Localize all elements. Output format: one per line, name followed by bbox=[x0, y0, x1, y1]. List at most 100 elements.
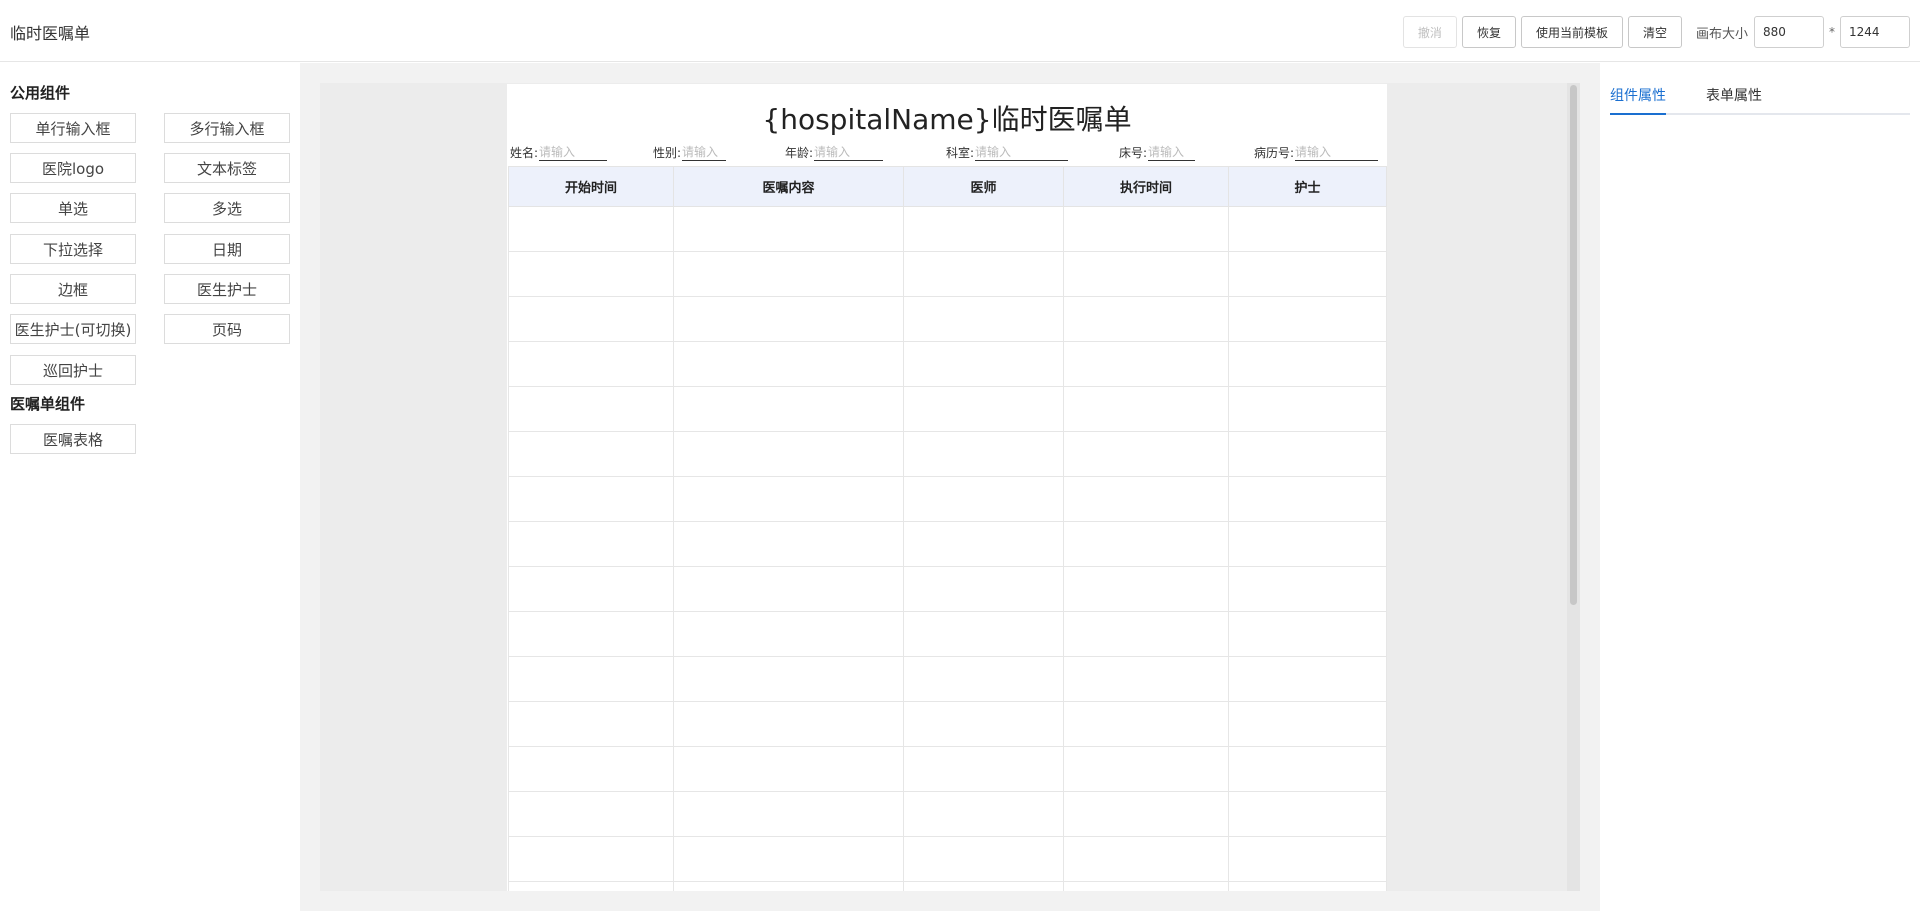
field-input[interactable]: 请输入 bbox=[1295, 143, 1379, 161]
component-radio[interactable]: 单选 bbox=[10, 193, 136, 223]
table-cell[interactable] bbox=[903, 386, 1064, 432]
table-cell[interactable] bbox=[903, 656, 1064, 702]
field-medical-record-number[interactable]: 病历号: 请输入 bbox=[1254, 143, 1379, 161]
table-cell[interactable] bbox=[1228, 521, 1387, 567]
field-input[interactable]: 请输入 bbox=[682, 143, 727, 161]
component-multi-line-input[interactable]: 多行输入框 bbox=[164, 113, 290, 143]
field-department[interactable]: 科室: 请输入 bbox=[946, 143, 1069, 161]
table-cell[interactable] bbox=[508, 296, 674, 342]
table-cell[interactable] bbox=[673, 746, 904, 792]
table-cell[interactable] bbox=[1228, 611, 1387, 657]
table-cell[interactable] bbox=[903, 791, 1064, 837]
field-input[interactable]: 请输入 bbox=[975, 143, 1069, 161]
table-cell[interactable] bbox=[1228, 566, 1387, 612]
table-cell[interactable] bbox=[673, 206, 904, 252]
field-input[interactable]: 请输入 bbox=[1148, 143, 1196, 161]
table-cell[interactable] bbox=[673, 791, 904, 837]
table-cell[interactable] bbox=[673, 476, 904, 522]
table-cell[interactable] bbox=[1063, 296, 1229, 342]
table-cell[interactable] bbox=[673, 881, 904, 891]
table-cell[interactable] bbox=[903, 701, 1064, 747]
table-cell[interactable] bbox=[1063, 701, 1229, 747]
table-cell[interactable] bbox=[903, 881, 1064, 891]
table-cell[interactable] bbox=[1228, 251, 1387, 297]
canvas-scrollbar-thumb[interactable] bbox=[1570, 85, 1577, 605]
canvas-width-input[interactable] bbox=[1754, 16, 1824, 48]
table-cell[interactable] bbox=[673, 656, 904, 702]
table-cell[interactable] bbox=[903, 566, 1064, 612]
table-cell[interactable] bbox=[673, 701, 904, 747]
tab-form-properties[interactable]: 表单属性 bbox=[1706, 85, 1762, 105]
table-cell[interactable] bbox=[1228, 701, 1387, 747]
component-single-line-input[interactable]: 单行输入框 bbox=[10, 113, 136, 143]
table-cell[interactable] bbox=[903, 341, 1064, 387]
table-cell[interactable] bbox=[673, 386, 904, 432]
table-cell[interactable] bbox=[1063, 611, 1229, 657]
table-cell[interactable] bbox=[903, 836, 1064, 882]
table-cell[interactable] bbox=[673, 251, 904, 297]
table-cell[interactable] bbox=[1228, 206, 1387, 252]
table-cell[interactable] bbox=[508, 836, 674, 882]
component-page-number[interactable]: 页码 bbox=[164, 314, 290, 344]
table-cell[interactable] bbox=[508, 566, 674, 612]
component-circulating-nurse[interactable]: 巡回护士 bbox=[10, 355, 136, 385]
table-cell[interactable] bbox=[508, 701, 674, 747]
table-cell[interactable] bbox=[903, 296, 1064, 342]
table-cell[interactable] bbox=[1228, 296, 1387, 342]
table-cell[interactable] bbox=[508, 611, 674, 657]
component-border[interactable]: 边框 bbox=[10, 274, 136, 304]
table-cell[interactable] bbox=[903, 521, 1064, 567]
canvas-height-input[interactable] bbox=[1840, 16, 1910, 48]
table-cell[interactable] bbox=[1063, 656, 1229, 702]
undo-button[interactable]: 撤消 bbox=[1402, 16, 1457, 48]
table-cell[interactable] bbox=[673, 431, 904, 477]
table-cell[interactable] bbox=[1063, 476, 1229, 522]
component-dropdown[interactable]: 下拉选择 bbox=[10, 234, 136, 264]
table-cell[interactable] bbox=[508, 341, 674, 387]
field-gender[interactable]: 性别: 请输入 bbox=[653, 143, 727, 161]
table-cell[interactable] bbox=[508, 476, 674, 522]
table-cell[interactable] bbox=[1228, 341, 1387, 387]
field-bed-number[interactable]: 床号: 请输入 bbox=[1119, 143, 1196, 161]
table-cell[interactable] bbox=[903, 206, 1064, 252]
clear-button[interactable]: 清空 bbox=[1627, 16, 1682, 48]
component-order-table[interactable]: 医嘱表格 bbox=[10, 424, 136, 454]
table-cell[interactable] bbox=[1063, 836, 1229, 882]
table-cell[interactable] bbox=[903, 431, 1064, 477]
table-cell[interactable] bbox=[1228, 476, 1387, 522]
field-input[interactable]: 请输入 bbox=[539, 143, 608, 161]
table-cell[interactable] bbox=[1063, 206, 1229, 252]
table-cell[interactable] bbox=[903, 251, 1064, 297]
table-cell[interactable] bbox=[903, 611, 1064, 657]
table-cell[interactable] bbox=[1228, 431, 1387, 477]
table-cell[interactable] bbox=[508, 386, 674, 432]
table-cell[interactable] bbox=[508, 791, 674, 837]
component-doctor-nurse-switchable[interactable]: 医生护士(可切换) bbox=[10, 314, 136, 344]
table-cell[interactable] bbox=[1063, 386, 1229, 432]
table-cell[interactable] bbox=[1228, 836, 1387, 882]
table-cell[interactable] bbox=[508, 881, 674, 891]
field-name[interactable]: 姓名: 请输入 bbox=[510, 143, 608, 161]
component-text-label[interactable]: 文本标签 bbox=[164, 153, 290, 183]
order-table[interactable]: 开始时间 医嘱内容 医师 执行时间 护士 bbox=[508, 166, 1387, 891]
table-cell[interactable] bbox=[673, 521, 904, 567]
table-cell[interactable] bbox=[1063, 521, 1229, 567]
component-date[interactable]: 日期 bbox=[164, 234, 290, 264]
table-cell[interactable] bbox=[508, 431, 674, 477]
table-cell[interactable] bbox=[508, 206, 674, 252]
table-cell[interactable] bbox=[1228, 881, 1387, 891]
table-cell[interactable] bbox=[1228, 656, 1387, 702]
table-cell[interactable] bbox=[1063, 341, 1229, 387]
table-cell[interactable] bbox=[1063, 431, 1229, 477]
use-template-button[interactable]: 使用当前模板 bbox=[1520, 16, 1623, 48]
tab-component-properties[interactable]: 组件属性 bbox=[1610, 85, 1666, 105]
field-age[interactable]: 年龄: 请输入 bbox=[785, 143, 884, 161]
component-checkbox[interactable]: 多选 bbox=[164, 193, 290, 223]
table-cell[interactable] bbox=[508, 251, 674, 297]
table-cell[interactable] bbox=[673, 836, 904, 882]
table-cell[interactable] bbox=[1228, 386, 1387, 432]
component-hospital-logo[interactable]: 医院logo bbox=[10, 153, 136, 183]
table-cell[interactable] bbox=[1063, 566, 1229, 612]
table-cell[interactable] bbox=[903, 476, 1064, 522]
table-cell[interactable] bbox=[673, 341, 904, 387]
